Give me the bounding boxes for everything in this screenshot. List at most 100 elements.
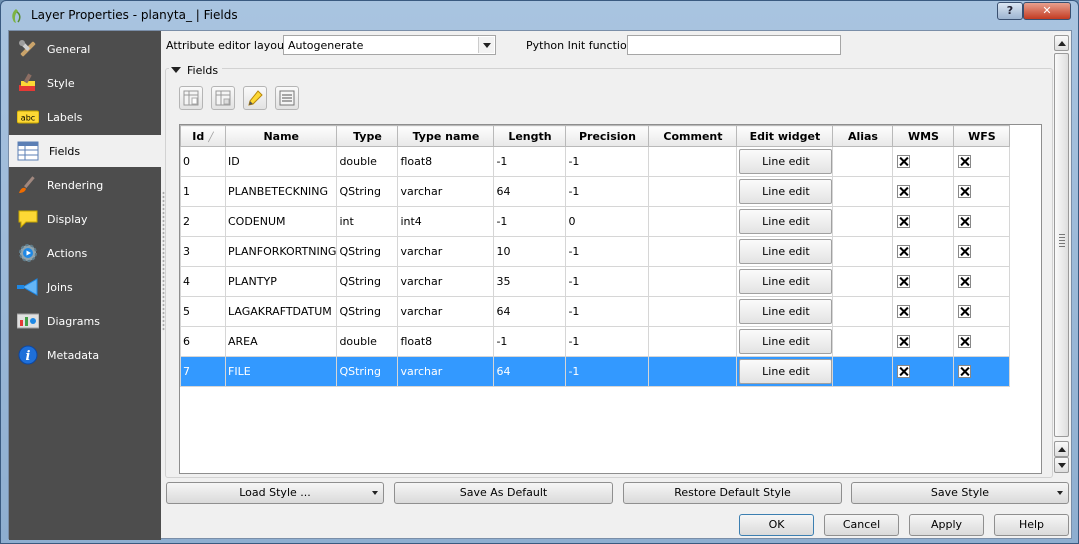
fields-group-toggle[interactable]: Fields xyxy=(169,64,223,77)
wfs-checkbox[interactable] xyxy=(958,215,972,229)
vertical-scrollbar[interactable] xyxy=(1053,33,1070,473)
sidebar-item-actions[interactable]: Actions xyxy=(9,237,161,269)
cell-length[interactable]: 64 xyxy=(493,356,567,387)
cell-length[interactable]: 35 xyxy=(493,266,567,297)
edit-widget-button[interactable]: Line edit xyxy=(739,299,832,324)
cell-length[interactable]: -1 xyxy=(493,326,567,357)
sidebar-item-metadata[interactable]: i Metadata xyxy=(9,339,161,371)
column-header-type-name[interactable]: Type name xyxy=(397,125,495,147)
edit-widget-button[interactable]: Line edit xyxy=(739,209,832,234)
cell-comment[interactable] xyxy=(648,296,738,327)
wfs-checkbox[interactable] xyxy=(958,335,972,349)
wfs-checkbox[interactable] xyxy=(958,275,972,289)
wfs-checkbox[interactable] xyxy=(958,365,972,379)
cell-comment[interactable] xyxy=(648,266,738,297)
cell-type-name[interactable]: int4 xyxy=(397,206,495,237)
help-title-button[interactable]: ? xyxy=(997,2,1023,20)
restore-default-style-button[interactable]: Restore Default Style xyxy=(623,482,842,504)
column-header-type[interactable]: Type xyxy=(336,125,399,147)
edit-widget-button[interactable]: Line edit xyxy=(739,269,832,294)
cell-length[interactable]: 10 xyxy=(493,236,567,267)
cell-alias[interactable] xyxy=(832,146,894,177)
column-header-comment[interactable]: Comment xyxy=(648,125,738,147)
toggle-editing-button[interactable] xyxy=(243,86,267,110)
cell-id[interactable]: 5 xyxy=(180,296,226,327)
cell-alias[interactable] xyxy=(832,236,894,267)
wms-checkbox[interactable] xyxy=(897,155,911,169)
cell-id[interactable]: 1 xyxy=(180,176,226,207)
wms-checkbox[interactable] xyxy=(897,215,911,229)
load-style-button[interactable]: Load Style ... xyxy=(166,482,384,504)
wfs-checkbox[interactable] xyxy=(958,185,972,199)
cell-precision[interactable]: -1 xyxy=(565,146,650,177)
cell-comment[interactable] xyxy=(648,146,738,177)
sidebar-item-joins[interactable]: Joins xyxy=(9,271,161,303)
column-header-name[interactable]: Name xyxy=(224,125,338,147)
cell-type-name[interactable]: varchar xyxy=(397,296,495,327)
cell-alias[interactable] xyxy=(832,326,894,357)
cell-precision[interactable]: -1 xyxy=(565,176,650,207)
column-header-wms[interactable]: WMS xyxy=(892,125,955,147)
cell-alias[interactable] xyxy=(832,356,894,387)
cell-precision[interactable]: -1 xyxy=(565,326,650,357)
python-init-function-input[interactable] xyxy=(627,35,841,55)
help-button[interactable]: Help xyxy=(994,514,1069,536)
column-header-edit-widget[interactable]: Edit widget xyxy=(736,125,834,147)
sidebar-item-rendering[interactable]: Rendering xyxy=(9,169,161,201)
cell-type[interactable]: int xyxy=(336,206,399,237)
cell-comment[interactable] xyxy=(648,236,738,267)
cell-name[interactable]: PLANTYP xyxy=(224,266,338,297)
cell-type-name[interactable]: varchar xyxy=(397,356,495,387)
cell-precision[interactable]: -1 xyxy=(565,356,650,387)
cell-comment[interactable] xyxy=(648,206,738,237)
sidebar-item-display[interactable]: Display xyxy=(9,203,161,235)
cell-name[interactable]: CODENUM xyxy=(224,206,338,237)
edit-widget-button[interactable]: Line edit xyxy=(739,359,832,384)
wfs-checkbox[interactable] xyxy=(958,305,972,319)
cell-alias[interactable] xyxy=(832,266,894,297)
new-column-button[interactable] xyxy=(179,86,203,110)
column-header-precision[interactable]: Precision xyxy=(565,125,650,147)
sidebar-item-labels[interactable]: abc Labels xyxy=(9,101,161,133)
wms-checkbox[interactable] xyxy=(897,365,911,379)
field-calculator-button[interactable] xyxy=(275,86,299,110)
cell-type[interactable]: double xyxy=(336,326,399,357)
attribute-editor-layout-combo[interactable]: Autogenerate xyxy=(283,35,496,55)
cell-length[interactable]: 64 xyxy=(493,296,567,327)
table-row[interactable]: 4 PLANTYP QString varchar 35 -1 Line edit xyxy=(180,266,1011,297)
sidebar-item-style[interactable]: Style xyxy=(9,67,161,99)
column-header-length[interactable]: Length xyxy=(493,125,567,147)
sidebar-item-diagrams[interactable]: Diagrams xyxy=(9,305,161,337)
cell-type-name[interactable]: float8 xyxy=(397,326,495,357)
wms-checkbox[interactable] xyxy=(897,245,911,259)
scroll-down-button[interactable] xyxy=(1054,457,1069,473)
save-style-button[interactable]: Save Style xyxy=(851,482,1069,504)
scroll-up-button[interactable] xyxy=(1054,35,1069,51)
title-bar[interactable]: Layer Properties - planyta_ | Fields ? ✕ xyxy=(1,1,1078,30)
delete-column-button[interactable] xyxy=(211,86,235,110)
wfs-checkbox[interactable] xyxy=(958,155,972,169)
cell-id[interactable]: 6 xyxy=(180,326,226,357)
cell-precision[interactable]: -1 xyxy=(565,266,650,297)
scroll-thumb[interactable] xyxy=(1054,53,1069,437)
cell-id[interactable]: 4 xyxy=(180,266,226,297)
cell-comment[interactable] xyxy=(648,326,738,357)
wms-checkbox[interactable] xyxy=(897,305,911,319)
cell-alias[interactable] xyxy=(832,176,894,207)
wms-checkbox[interactable] xyxy=(897,185,911,199)
table-row[interactable]: 6 AREA double float8 -1 -1 Line edit xyxy=(180,326,1011,357)
edit-widget-button[interactable]: Line edit xyxy=(739,329,832,354)
table-row[interactable]: 2 CODENUM int int4 -1 0 Line edit xyxy=(180,206,1011,237)
cell-id[interactable]: 0 xyxy=(180,146,226,177)
wfs-checkbox[interactable] xyxy=(958,245,972,259)
cell-type-name[interactable]: varchar xyxy=(397,176,495,207)
edit-widget-button[interactable]: Line edit xyxy=(739,179,832,204)
cell-name[interactable]: PLANBETECKNING xyxy=(224,176,338,207)
cell-type[interactable]: double xyxy=(336,146,399,177)
cell-length[interactable]: -1 xyxy=(493,206,567,237)
cell-type[interactable]: QString xyxy=(336,176,399,207)
edit-widget-button[interactable]: Line edit xyxy=(739,239,832,264)
cell-name[interactable]: LAGAKRAFTDATUM xyxy=(224,296,338,327)
table-row[interactable]: 7 FILE QString varchar 64 -1 Line edit xyxy=(180,356,1011,387)
cell-comment[interactable] xyxy=(648,176,738,207)
